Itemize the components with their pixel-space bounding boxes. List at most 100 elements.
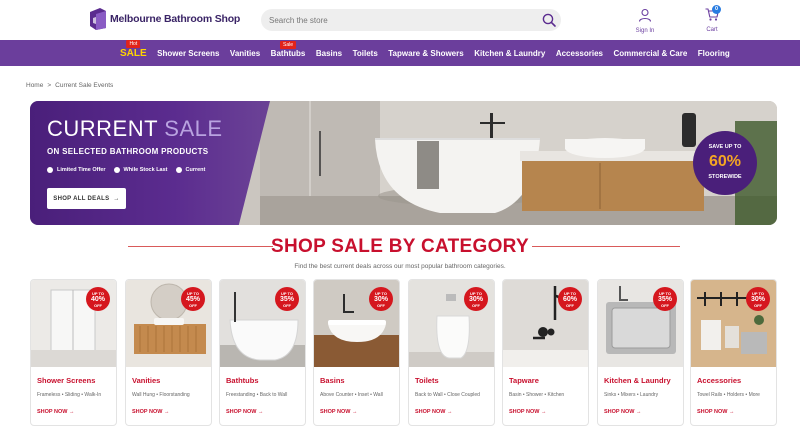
category-card-vanities[interactable]: UP TO 45% OFF Vanities Wall Hung • Floor…	[125, 279, 212, 426]
category-title: Basins	[320, 376, 345, 385]
hero-subtitle: ON SELECTED BATHROOM PRODUCTS	[47, 147, 209, 156]
shop-now-label: SHOP NOW	[37, 409, 68, 415]
section-subtitle: Find the best current deals across our m…	[294, 263, 506, 270]
shop-now-label: SHOP NOW	[415, 409, 446, 415]
nav-label: Toilets	[352, 48, 378, 58]
arrow-right-icon: →	[352, 409, 358, 415]
shop-now-link[interactable]: SHOP NOW →	[697, 409, 735, 415]
category-desc: Wall Hung • Floorstanding	[132, 392, 190, 398]
category-card-accessories[interactable]: UP TO 30% OFF Accessories Towel Rails • …	[690, 279, 777, 426]
shop-now-label: SHOP NOW	[509, 409, 540, 415]
main-nav: Hot SALE Shower Screens Vanities Sale Ba…	[0, 39, 800, 66]
breadcrumb: Home > Current Sale Events	[26, 82, 113, 89]
nav-item-shower-screens[interactable]: Shower Screens	[157, 49, 219, 58]
badge-bottom: OFF	[377, 303, 385, 308]
nav-item-tapware-showers[interactable]: Tapware & Showers	[388, 49, 463, 58]
cart-label: Cart	[706, 27, 718, 33]
nav-item-vanities[interactable]: Vanities	[230, 49, 260, 58]
nav-label: Shower Screens	[157, 48, 220, 58]
shop-now-link[interactable]: SHOP NOW →	[509, 409, 547, 415]
category-title: Vanities	[132, 376, 161, 385]
category-desc: Frameless • Sliding • Walk-In	[37, 392, 102, 398]
badge-bottom: OFF	[754, 303, 762, 308]
hero-title-main: CURRENT	[47, 116, 158, 141]
arrow-right-icon: →	[69, 409, 75, 415]
nav-item-basins[interactable]: Basins	[316, 49, 342, 58]
badge-bottom: OFF	[94, 303, 102, 308]
badge-bottom: OFF	[661, 303, 669, 308]
logo-text: Melbourne Bathroom Shop	[110, 13, 241, 25]
category-desc: Sinks • Mixers • Laundry	[604, 392, 659, 398]
badge-percent: 45%	[185, 295, 200, 303]
hero-banner[interactable]: CURRENT SALE ON SELECTED BATHROOM PRODUC…	[30, 101, 777, 225]
category-card-basins[interactable]: UP TO 30% OFF Basins Above Counter • Ins…	[313, 279, 400, 426]
shop-now-link[interactable]: SHOP NOW →	[604, 409, 642, 415]
nav-label: Vanities	[229, 48, 261, 58]
nav-item-toilets[interactable]: Toilets	[353, 49, 378, 58]
search-icon[interactable]	[541, 12, 557, 28]
category-card-toilets[interactable]: UP TO 30% OFF Toilets Back to Wall • Clo…	[408, 279, 495, 426]
cart-button[interactable]: 0 Cart	[700, 5, 724, 33]
category-card-bathtubs[interactable]: UP TO 35% OFF Bathtubs Freestanding • Ba…	[219, 279, 306, 426]
shop-now-link[interactable]: SHOP NOW →	[226, 409, 264, 415]
bullet-icon	[47, 167, 53, 173]
discount-badge: UP TO 30% OFF	[746, 287, 770, 311]
sale-tag: Sale	[279, 40, 297, 49]
cart-count-badge: 0	[712, 5, 721, 14]
nav-item-accessories[interactable]: Accessories	[556, 49, 603, 58]
discount-badge: UP TO 30% OFF	[464, 287, 488, 311]
shop-now-link[interactable]: SHOP NOW →	[415, 409, 453, 415]
save-badge: SAVE UP TO 60% STOREWIDE	[693, 131, 757, 195]
search-bar	[261, 9, 561, 31]
breadcrumb-separator: >	[47, 82, 52, 89]
category-title: Toilets	[415, 376, 439, 385]
category-desc: Basin • Shower • Kitchen	[509, 392, 565, 398]
hero-bullet: While Stock Last	[113, 167, 168, 173]
category-card-tapware[interactable]: UP TO 60% OFF Tapware Basin • Shower • K…	[502, 279, 589, 426]
shop-now-link[interactable]: SHOP NOW →	[132, 409, 170, 415]
nav-item-commercial-care[interactable]: Commercial & Care	[613, 49, 687, 58]
sign-in-button[interactable]: Sign In	[632, 8, 658, 34]
discount-badge: UP TO 60% OFF	[558, 287, 582, 311]
category-title: Kitchen & Laundry	[604, 376, 671, 385]
nav-item-bathtubs[interactable]: Sale Bathtubs	[271, 40, 305, 58]
category-desc: Freestanding • Back to Wall	[226, 392, 288, 398]
breadcrumb-home[interactable]: Home	[26, 82, 43, 89]
search-input[interactable]	[269, 9, 529, 31]
save-badge-bottom: STOREWIDE	[708, 174, 742, 180]
section-title: SHOP SALE BY CATEGORY	[271, 236, 529, 257]
save-badge-percent: 60%	[708, 153, 742, 170]
shop-now-label: SHOP NOW	[226, 409, 257, 415]
discount-badge: UP TO 35% OFF	[653, 287, 677, 311]
hero-bullet: Limited Time Offer	[47, 167, 106, 173]
breadcrumb-current: Current Sale Events	[55, 82, 114, 89]
badge-percent: 35%	[657, 295, 672, 303]
bullet-label: Current	[185, 167, 206, 173]
nav-item-flooring[interactable]: Flooring	[698, 49, 730, 58]
nav-label: Kitchen & Laundry	[474, 48, 546, 58]
nav-label: Tapware & Showers	[388, 48, 464, 58]
badge-percent: 60%	[562, 295, 577, 303]
category-card-kitchen-laundry[interactable]: UP TO 35% OFF Kitchen & Laundry Sinks • …	[597, 279, 684, 426]
site-header: Melbourne Bathroom Shop Sign In 0 Cart	[0, 0, 800, 40]
badge-percent: 30%	[750, 295, 765, 303]
shop-now-link[interactable]: SHOP NOW →	[37, 409, 75, 415]
category-card-shower-screens[interactable]: UP TO 40% OFF Shower Screens Frameless •…	[30, 279, 117, 426]
shop-now-link[interactable]: SHOP NOW →	[320, 409, 358, 415]
sign-in-label: Sign In	[635, 28, 655, 34]
user-icon	[638, 8, 652, 22]
category-title: Shower Screens	[37, 376, 96, 385]
nav-items: Hot SALE Shower Screens Vanities Sale Ba…	[120, 39, 740, 66]
arrow-right-icon: →	[164, 409, 170, 415]
save-badge-top: SAVE UP TO	[708, 144, 742, 150]
arrow-right-icon: →	[541, 409, 547, 415]
shop-now-label: SHOP NOW	[132, 409, 163, 415]
logo[interactable]: Melbourne Bathroom Shop	[90, 8, 240, 30]
nav-item-kitchen-laundry[interactable]: Kitchen & Laundry	[474, 49, 545, 58]
shop-all-deals-button[interactable]: SHOP ALL DEALS →	[47, 188, 126, 209]
badge-bottom: OFF	[283, 303, 291, 308]
nav-item-sale[interactable]: Hot SALE	[120, 39, 147, 59]
discount-badge: UP TO 35% OFF	[275, 287, 299, 311]
nav-label: Commercial & Care	[613, 48, 688, 58]
badge-bottom: OFF	[472, 303, 480, 308]
